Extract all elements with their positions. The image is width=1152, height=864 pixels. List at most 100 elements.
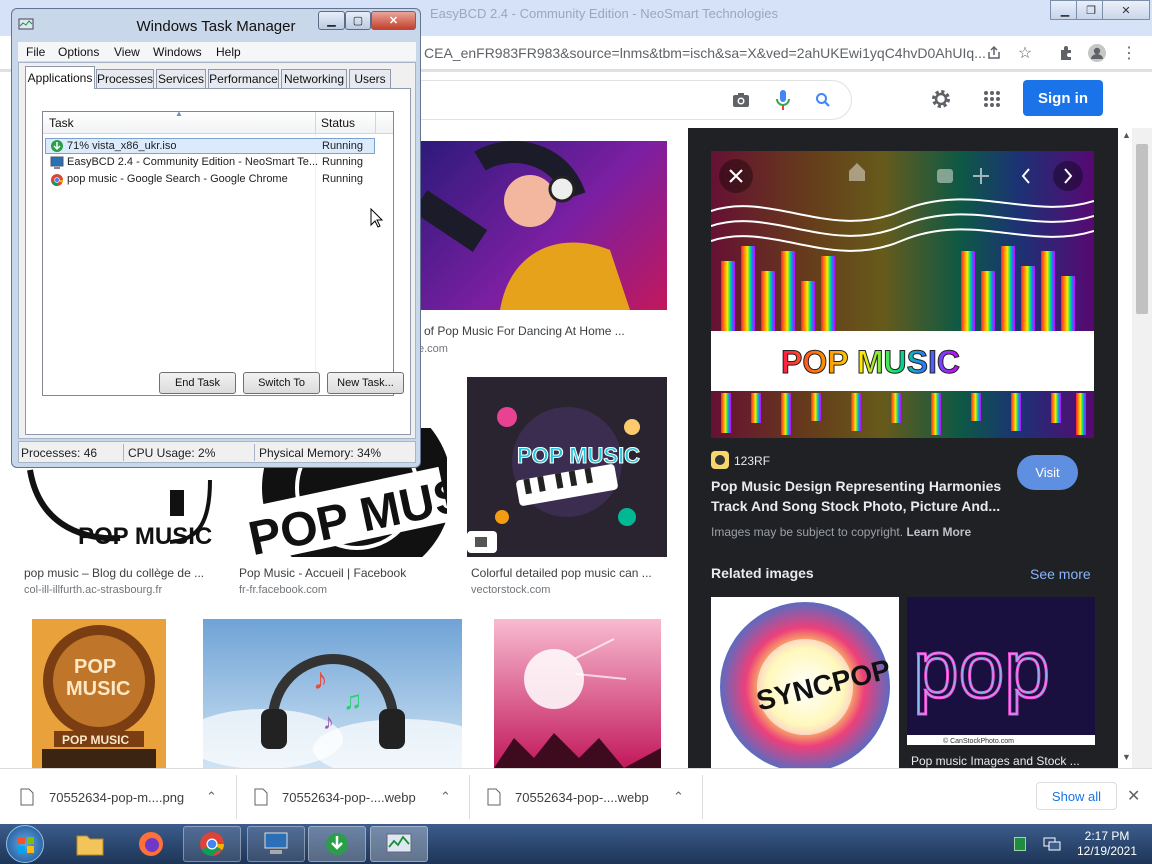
visit-button[interactable]: Visit bbox=[1017, 455, 1078, 490]
chrome-icon bbox=[200, 832, 224, 856]
related-image-syncpop[interactable]: SYNCPOP bbox=[711, 597, 899, 768]
download-filename[interactable]: 70552634-pop-m....png bbox=[49, 790, 184, 805]
column-divider[interactable] bbox=[375, 112, 376, 134]
search-icon[interactable] bbox=[812, 89, 834, 111]
easybcd-taskbar-button[interactable] bbox=[247, 826, 305, 862]
download-filename[interactable]: 70552634-pop-....webp bbox=[282, 790, 416, 805]
clock[interactable]: 2:17 PM 12/19/2021 bbox=[1072, 829, 1142, 859]
badge-text-music: MUSIC bbox=[66, 678, 130, 700]
result-source: col-ill-illfurth.ac-strasbourg.fr bbox=[24, 584, 163, 596]
task-manager-titlebar[interactable]: Windows Task Manager ▁ ▢ ✕ bbox=[12, 9, 420, 41]
scroll-down-icon[interactable]: ▼ bbox=[1122, 752, 1131, 762]
task-manager-icon bbox=[386, 833, 412, 853]
preview-image[interactable]: POP MUSIC bbox=[711, 151, 1094, 438]
network-icon[interactable] bbox=[1043, 836, 1061, 852]
tab-users[interactable]: Users bbox=[349, 69, 391, 88]
share-icon[interactable] bbox=[983, 42, 1005, 64]
sign-in-button[interactable]: Sign in bbox=[1023, 80, 1103, 116]
menu-windows[interactable]: Windows bbox=[153, 45, 202, 59]
column-status[interactable]: Status bbox=[321, 116, 355, 130]
menu-view[interactable]: View bbox=[114, 45, 140, 59]
download-options-chevron-icon[interactable]: ⌃ bbox=[440, 789, 451, 805]
result-thumb-vector[interactable]: POP MUSIC bbox=[467, 377, 667, 557]
lens-icon[interactable] bbox=[937, 169, 953, 183]
apps-grid-icon[interactable] bbox=[979, 86, 1005, 112]
column-divider[interactable] bbox=[315, 112, 316, 134]
result-thumb-dancing[interactable] bbox=[420, 141, 667, 310]
processes-count: Processes: 46 bbox=[21, 446, 98, 460]
close-window-button[interactable]: ✕ bbox=[1102, 0, 1150, 20]
close-icon: ✕ bbox=[388, 15, 399, 27]
cpu-usage: CPU Usage: 2% bbox=[128, 446, 216, 460]
close-downloads-icon[interactable]: ✕ bbox=[1127, 786, 1140, 806]
task-manager-taskbar-button[interactable] bbox=[370, 826, 428, 862]
result-thumb-badge[interactable]: POP MUSIC POP MUSIC bbox=[32, 619, 166, 768]
explorer-taskbar-button[interactable] bbox=[61, 826, 119, 862]
task-row[interactable]: 71% vista_x86_ukr.iso Running bbox=[45, 138, 375, 154]
firefox-taskbar-button[interactable] bbox=[122, 826, 180, 862]
vector-thumb-text: POP MUSIC bbox=[517, 443, 640, 468]
show-all-button[interactable]: Show all bbox=[1036, 782, 1117, 810]
task-status: Running bbox=[322, 140, 363, 152]
result-caption[interactable]: Pop Music - Accueil | Facebook bbox=[239, 566, 406, 580]
task-manager-window[interactable]: Windows Task Manager ▁ ▢ ✕ File Options … bbox=[11, 8, 421, 468]
task-list[interactable]: Task ▲ Status 71% vista_x86_ukr.iso Runn… bbox=[42, 109, 394, 396]
preview-title[interactable]: Pop Music Design Representing Harmonies … bbox=[711, 476, 1011, 516]
result-caption[interactable]: pop music – Blog du collège de ... bbox=[24, 566, 204, 580]
download-manager-taskbar-button[interactable] bbox=[308, 826, 366, 862]
menu-help[interactable]: Help bbox=[216, 45, 241, 59]
voice-search-icon[interactable] bbox=[772, 88, 794, 112]
download-item[interactable]: 70552634-pop-....webp ⌃ bbox=[487, 769, 697, 825]
new-task-button[interactable]: New Task... bbox=[327, 372, 404, 394]
scrollbar-thumb[interactable] bbox=[1136, 144, 1148, 314]
download-options-chevron-icon[interactable]: ⌃ bbox=[206, 789, 217, 805]
tm-close-button[interactable]: ✕ bbox=[371, 11, 416, 30]
end-task-button[interactable]: End Task bbox=[159, 372, 236, 394]
download-filename[interactable]: 70552634-pop-....webp bbox=[515, 790, 649, 805]
menu-kebab-icon[interactable]: ⋮ bbox=[1118, 42, 1140, 64]
copyright-notice: Images may be subject to copyright. bbox=[711, 525, 904, 539]
related-caption[interactable]: Pop music Images and Stock ... bbox=[911, 754, 1080, 768]
tab-performance[interactable]: Performance bbox=[208, 69, 279, 88]
tm-minimize-button[interactable]: ▁ bbox=[318, 11, 345, 30]
task-row[interactable]: pop music - Google Search - Google Chrom… bbox=[45, 172, 375, 188]
download-options-chevron-icon[interactable]: ⌃ bbox=[673, 789, 684, 805]
tab-networking[interactable]: Networking bbox=[281, 69, 347, 88]
mouse-cursor-icon bbox=[370, 208, 384, 228]
folder-icon bbox=[76, 835, 104, 856]
start-button[interactable] bbox=[6, 825, 44, 863]
column-task[interactable]: Task bbox=[49, 116, 74, 130]
result-thumb-concert[interactable] bbox=[494, 619, 661, 768]
result-caption[interactable]: Colorful detailed pop music can ... bbox=[471, 566, 652, 580]
menu-options[interactable]: Options bbox=[58, 45, 99, 59]
windows-logo-icon bbox=[18, 837, 34, 853]
scroll-up-icon[interactable]: ▲ bbox=[1122, 130, 1131, 140]
result-thumb-headphones[interactable]: ♪ ♫ ♪ bbox=[203, 619, 462, 768]
extensions-icon[interactable] bbox=[1055, 42, 1077, 64]
settings-gear-icon[interactable] bbox=[928, 86, 954, 112]
tab-processes[interactable]: Processes bbox=[96, 69, 154, 88]
profile-avatar-icon[interactable] bbox=[1086, 42, 1108, 64]
camera-search-icon[interactable] bbox=[730, 89, 752, 111]
learn-more-link[interactable]: Learn More bbox=[906, 525, 971, 539]
related-image-pop-neon[interactable]: pop pop © CanStockPhoto.com bbox=[907, 597, 1095, 745]
download-item[interactable]: 70552634-pop-m....png ⌃ bbox=[20, 769, 230, 825]
url-text[interactable]: CEA_enFR983FR983&source=lnms&tbm=isch&sa… bbox=[424, 45, 986, 61]
menu-file[interactable]: File bbox=[26, 45, 45, 59]
result-caption[interactable]: of Pop Music For Dancing At Home ... bbox=[424, 324, 625, 338]
tray-status-icon[interactable] bbox=[1014, 837, 1026, 851]
task-row[interactable]: EasyBCD 2.4 - Community Edition - NeoSma… bbox=[45, 155, 375, 171]
tab-applications[interactable]: Applications bbox=[25, 66, 95, 89]
bookmark-star-icon[interactable]: ☆ bbox=[1014, 42, 1036, 64]
result-thumb-blog[interactable]: POP MUSIC bbox=[20, 460, 216, 557]
see-more-link[interactable]: See more bbox=[1030, 566, 1091, 582]
tm-maximize-button[interactable]: ▢ bbox=[345, 11, 371, 30]
switch-to-button[interactable]: Switch To bbox=[243, 372, 320, 394]
download-item[interactable]: 70552634-pop-....webp ⌃ bbox=[254, 769, 464, 825]
tab-title[interactable]: EasyBCD 2.4 - Community Edition - NeoSma… bbox=[430, 6, 778, 21]
chrome-taskbar-button[interactable] bbox=[183, 826, 241, 862]
firefox-icon bbox=[139, 832, 163, 856]
tab-services[interactable]: Services bbox=[156, 69, 206, 88]
source-name[interactable]: 123RF bbox=[734, 454, 770, 468]
task-manager-menubar: File Options View Windows Help bbox=[18, 42, 416, 62]
